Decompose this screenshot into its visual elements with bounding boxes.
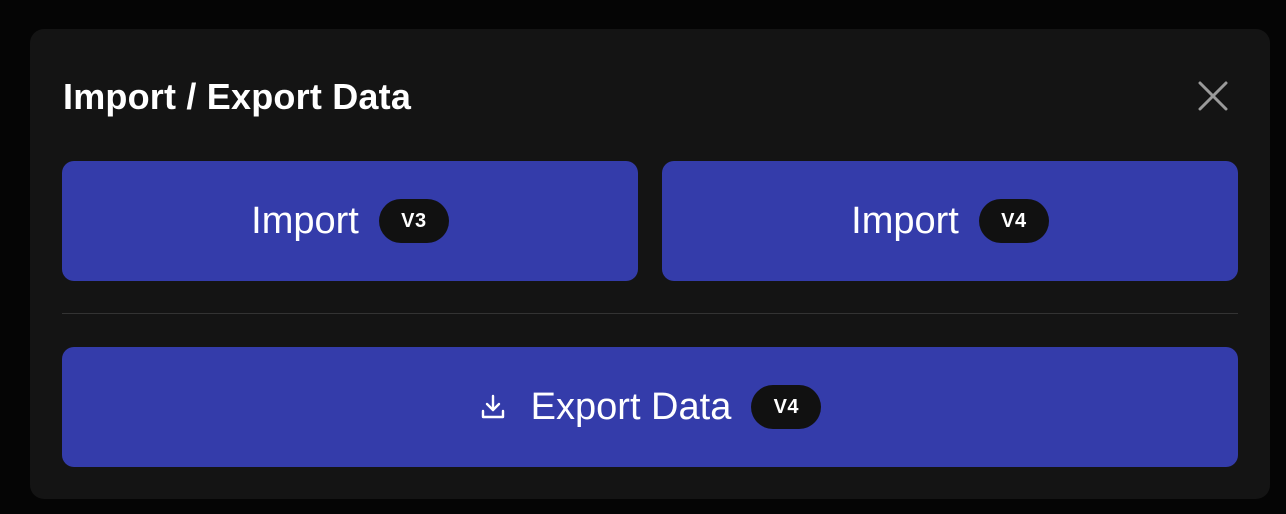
version-badge-v3: V3 [378,199,449,243]
import-v3-button[interactable]: Import V3 [62,161,638,281]
section-divider [62,313,1238,314]
import-v3-label: Import [251,200,359,242]
modal-title: Import / Export Data [63,76,412,117]
import-v4-button[interactable]: Import V4 [662,161,1238,281]
close-icon [1198,81,1228,111]
version-badge-export: V4 [751,385,822,429]
export-data-button[interactable]: Export Data V4 [62,347,1238,467]
import-v4-label: Import [851,200,959,242]
import-export-modal: Import / Export Data Import V3 Import V4… [30,29,1270,499]
close-button[interactable] [1194,77,1232,115]
export-data-label: Export Data [530,386,732,428]
download-icon [479,393,507,421]
version-badge-v4: V4 [978,199,1049,243]
